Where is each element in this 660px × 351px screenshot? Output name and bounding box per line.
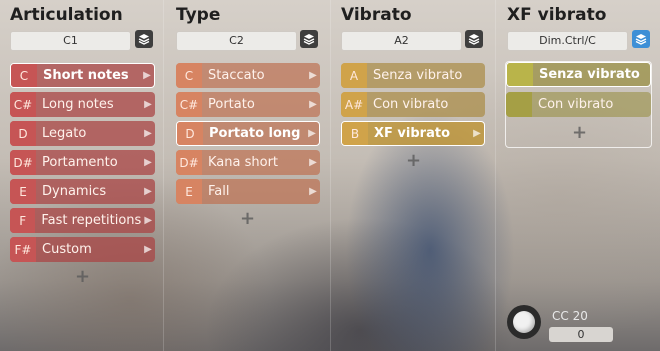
articulation-item-dynamics[interactable]: E Dynamics ▶ (10, 179, 155, 204)
type-item-staccato[interactable]: C Staccato ▶ (176, 63, 320, 88)
articulation-selector[interactable]: C1 (10, 31, 131, 51)
xf-vibrato-key (507, 63, 533, 86)
vibrato-column: Vibrato A2 A Senza vibrato ▶ A# Con vibr… (341, 0, 491, 351)
articulation-item-custom[interactable]: F# Custom ▶ (10, 237, 155, 262)
vibrato-item-con-vibrato[interactable]: A# Con vibrato ▶ (341, 92, 485, 117)
chevron-right-icon: ▶ (144, 244, 152, 255)
type-key: D (177, 122, 203, 145)
layers-icon (138, 34, 150, 45)
xf-vibrato-label: Con vibrato (538, 97, 614, 112)
xf-vibrato-item-senza-vibrato[interactable]: Senza vibrato (506, 62, 651, 87)
articulation-label: Fast repetitions (41, 213, 142, 228)
chevron-right-icon: ▶ (144, 186, 152, 197)
chevron-right-icon: ▶ (309, 157, 317, 168)
articulation-item-fast-repetitions[interactable]: F Fast repetitions ▶ (10, 208, 155, 233)
layers-icon (635, 34, 647, 45)
type-label: Portato (208, 97, 255, 112)
vibrato-selector[interactable]: A2 (341, 31, 462, 51)
articulation-column: Articulation C1 C Short notes ▶ C# Long … (10, 0, 160, 351)
articulation-key: E (10, 179, 36, 204)
layers-button-active[interactable] (632, 30, 650, 48)
type-item-portato-long[interactable]: D Portato long ▶ (176, 121, 320, 146)
xf-vibrato-selector[interactable]: Dim.Ctrl/C (507, 31, 628, 51)
type-key: E (176, 179, 202, 204)
chevron-right-icon: ▶ (309, 99, 317, 110)
vibrato-label: Senza vibrato (373, 68, 463, 83)
xf-vibrato-key (506, 92, 532, 117)
plus-icon[interactable]: + (75, 266, 90, 287)
articulation-item-legato[interactable]: D Legato ▶ (10, 121, 155, 146)
articulation-item-portamento[interactable]: D# Portamento ▶ (10, 150, 155, 175)
articulation-key: D (10, 121, 36, 146)
plus-icon[interactable]: + (572, 122, 587, 143)
knob-cap (513, 311, 535, 333)
articulation-label: Dynamics (42, 184, 107, 199)
plus-icon[interactable]: + (240, 208, 255, 229)
type-label: Kana short (208, 155, 279, 170)
articulation-label: Short notes (43, 68, 129, 83)
type-label: Fall (208, 184, 230, 199)
chevron-right-icon: ▶ (308, 128, 316, 139)
chevron-right-icon: ▶ (143, 70, 151, 81)
type-label: Portato long (209, 126, 301, 141)
cc-value-field[interactable]: 0 (549, 327, 613, 342)
vibrato-key: A (341, 63, 367, 88)
articulation-key: F (10, 208, 36, 233)
xf-vibrato-item-con-vibrato[interactable]: Con vibrato (506, 92, 651, 117)
layers-button[interactable] (300, 30, 318, 48)
layers-button[interactable] (465, 30, 483, 48)
type-key: D# (176, 150, 202, 175)
articulation-label: Portamento (42, 155, 118, 170)
type-label: Staccato (208, 68, 265, 83)
type-title: Type (176, 5, 221, 25)
articulation-label: Legato (42, 126, 87, 141)
type-key: C# (176, 92, 202, 117)
chevron-right-icon: ▶ (144, 157, 152, 168)
articulation-key: D# (10, 150, 36, 175)
column-divider (495, 0, 496, 351)
articulation-item-long-notes[interactable]: C# Long notes ▶ (10, 92, 155, 117)
vibrato-key: B (342, 122, 368, 145)
column-divider (330, 0, 331, 351)
xf-vibrato-title: XF vibrato (507, 5, 607, 25)
cc-label: CC 20 (552, 309, 588, 323)
vibrato-label: Con vibrato (373, 97, 449, 112)
vibrato-item-xf-vibrato[interactable]: B XF vibrato ▶ (341, 121, 485, 146)
type-item-portato[interactable]: C# Portato ▶ (176, 92, 320, 117)
articulation-key: C# (10, 92, 36, 117)
layers-button[interactable] (135, 30, 153, 48)
articulation-label: Long notes (42, 97, 114, 112)
chevron-right-icon: ▶ (309, 186, 317, 197)
articulation-key: F# (10, 237, 36, 262)
column-divider (163, 0, 164, 351)
xf-vibrato-column: XF vibrato Dim.Ctrl/C (507, 0, 657, 351)
chevron-right-icon: ▶ (144, 99, 152, 110)
knob-icon[interactable] (507, 305, 541, 339)
chevron-right-icon: ▶ (309, 70, 317, 81)
type-item-fall[interactable]: E Fall ▶ (176, 179, 320, 204)
type-item-kana-short[interactable]: D# Kana short ▶ (176, 150, 320, 175)
vibrato-item-senza-vibrato[interactable]: A Senza vibrato ▶ (341, 63, 485, 88)
articulation-item-short-notes[interactable]: C Short notes ▶ (10, 63, 155, 88)
articulation-label: Custom (42, 242, 92, 257)
type-column: Type C2 C Staccato ▶ C# Portato ▶ D Port… (176, 0, 326, 351)
articulation-title: Articulation (10, 5, 123, 25)
vibrato-label: XF vibrato (374, 126, 450, 141)
layers-icon (468, 34, 480, 45)
chevron-right-icon: ▶ (144, 128, 152, 139)
plus-icon[interactable]: + (406, 150, 421, 171)
type-key: C (176, 63, 202, 88)
layers-icon (303, 34, 315, 45)
chevron-right-icon: ▶ (473, 128, 481, 139)
articulation-key: C (11, 64, 37, 87)
type-selector[interactable]: C2 (176, 31, 297, 51)
xf-vibrato-label: Senza vibrato (539, 67, 640, 82)
chevron-right-icon: ▶ (144, 215, 153, 226)
vibrato-title: Vibrato (341, 5, 412, 25)
vibrato-key: A# (341, 92, 367, 117)
